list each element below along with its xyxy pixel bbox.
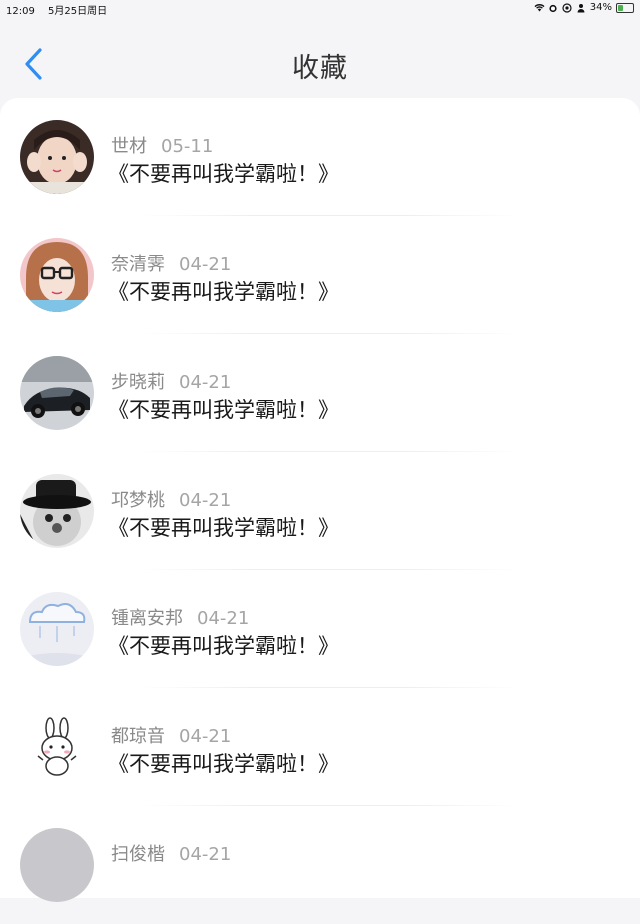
date: 04-21 (179, 844, 232, 865)
date: 04-21 (179, 254, 232, 275)
item-title: 《不要再叫我学霸啦！》 (108, 516, 339, 540)
alarm-icon (548, 3, 558, 13)
avatar (20, 474, 94, 548)
avatar (20, 238, 94, 312)
username: 奈清霁 (111, 254, 165, 275)
bunny-cartoon-avatar (20, 710, 94, 784)
username: 扫俊楷 (111, 844, 165, 865)
battery-fill (618, 4, 623, 11)
item-title: 《不要再叫我学霸啦！》 (108, 752, 339, 776)
username: 邛梦桃 (111, 490, 165, 511)
list-item[interactable]: 世材 05-11 《不要再叫我学霸啦！》 (0, 98, 640, 216)
clown-hat-avatar (20, 474, 94, 548)
avatar (20, 120, 94, 194)
date: 04-21 (179, 726, 232, 747)
avatar (20, 828, 94, 902)
status-time: 12:09 (6, 6, 35, 17)
item-title: 《不要再叫我学霸啦！》 (108, 398, 339, 422)
page-title: 收藏 (292, 53, 348, 84)
avatar (20, 356, 94, 430)
list-item[interactable]: 扫俊楷 04-21 (0, 806, 640, 924)
status-bar: 12:09 5月25日周日 34% (0, 0, 640, 17)
favorites-list: 世材 05-11 《不要再叫我学霸啦！》 奈清霁 04-21 《不要再叫我学霸啦！》 (0, 98, 640, 902)
focus-icon (562, 2, 572, 13)
username: 世材 (111, 136, 147, 157)
date: 04-21 (179, 372, 232, 393)
cloud-sketch-avatar (20, 592, 94, 666)
sports-car-avatar (20, 356, 94, 430)
item-title: 《不要再叫我学霸啦！》 (108, 162, 339, 186)
username: 锺离安邦 (111, 608, 183, 629)
avatar (20, 592, 94, 666)
list-item[interactable]: 都琼音 04-21 《不要再叫我学霸啦！》 (0, 688, 640, 806)
list-item[interactable]: 锺离安邦 04-21 《不要再叫我学霸啦！》 (0, 570, 640, 688)
battery-percent: 34% (589, 2, 612, 13)
navigation-bar: 收藏 (0, 24, 640, 106)
item-title: 《不要再叫我学霸啦！》 (108, 280, 339, 304)
list-item[interactable]: 邛梦桃 04-21 《不要再叫我学霸啦！》 (0, 452, 640, 570)
avatar (20, 710, 94, 784)
status-date: 5月25日周日 (48, 6, 108, 17)
battery-icon (616, 2, 634, 13)
girl-glasses-avatar (20, 238, 94, 312)
wifi-icon (534, 3, 545, 13)
person-icon (576, 3, 586, 13)
date: 05-11 (161, 136, 214, 157)
username: 步晓莉 (111, 372, 165, 393)
gray-avatar (20, 828, 94, 902)
girl-peace-sign-avatar (20, 120, 94, 194)
date: 04-21 (179, 490, 232, 511)
date: 04-21 (197, 608, 250, 629)
list-item[interactable]: 步晓莉 04-21 《不要再叫我学霸啦！》 (0, 334, 640, 452)
list-item[interactable]: 奈清霁 04-21 《不要再叫我学霸啦！》 (0, 216, 640, 334)
item-title: 《不要再叫我学霸啦！》 (108, 634, 339, 658)
username: 都琼音 (111, 726, 165, 747)
